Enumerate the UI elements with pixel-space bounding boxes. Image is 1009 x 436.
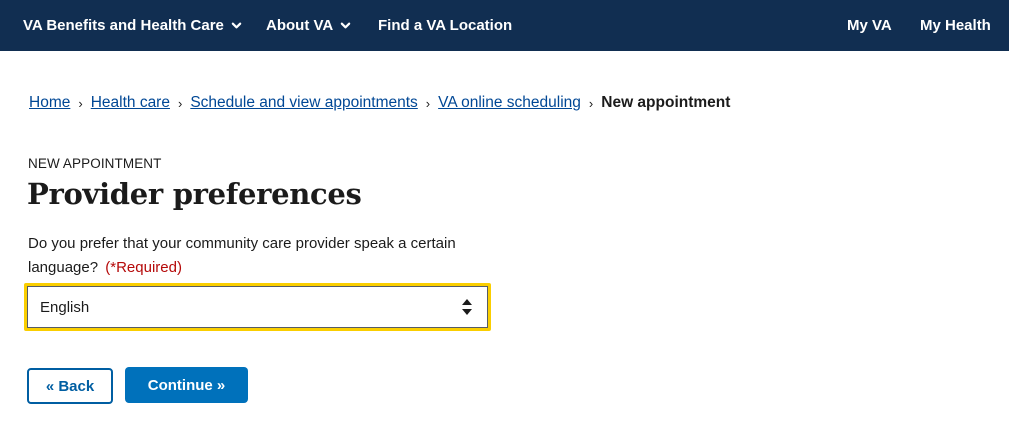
page-title: Provider preferences (27, 177, 362, 211)
chevron-down-icon (340, 22, 351, 29)
required-indicator: (*Required) (105, 259, 182, 276)
question-text: Do you prefer that your community care p… (28, 235, 456, 276)
nav-benefits-label: VA Benefits and Health Care (23, 17, 224, 34)
breadcrumb-online-scheduling-link[interactable]: VA online scheduling (438, 94, 581, 112)
nav-find-label: Find a VA Location (378, 17, 513, 34)
breadcrumb-current: New appointment (601, 94, 731, 111)
nav-about-label: About VA (266, 17, 334, 34)
continue-button[interactable]: Continue » (125, 367, 248, 403)
breadcrumb-health-care-link[interactable]: Health care (91, 94, 170, 112)
breadcrumb-schedule-link[interactable]: Schedule and view appointments (190, 94, 417, 112)
breadcrumb-separator: › (177, 95, 183, 111)
back-button[interactable]: « Back (27, 368, 113, 404)
nav-about-menu[interactable]: About VA (266, 0, 351, 51)
language-select[interactable]: English (27, 286, 488, 328)
breadcrumb-separator: › (425, 95, 431, 111)
breadcrumb-separator: › (78, 95, 83, 111)
breadcrumb-separator: › (588, 95, 594, 111)
sort-arrows-icon (462, 299, 472, 315)
chevron-down-icon (231, 22, 242, 29)
language-question-label: Do you prefer that your community care p… (28, 232, 478, 280)
nav-my-va-link[interactable]: My VA (847, 0, 892, 51)
page-eyebrow: NEW APPOINTMENT (28, 156, 162, 171)
breadcrumb: Home › Health care › Schedule and view a… (29, 92, 730, 114)
top-navigation: VA Benefits and Health Care About VA Fin… (0, 0, 1009, 51)
nav-my-health-link[interactable]: My Health (920, 0, 991, 51)
nav-find-location-link[interactable]: Find a VA Location (378, 0, 512, 51)
nav-myhealth-label: My Health (920, 17, 991, 34)
nav-myva-label: My VA (847, 17, 892, 34)
nav-benefits-menu[interactable]: VA Benefits and Health Care (23, 0, 242, 51)
language-select-value: English (40, 298, 90, 316)
breadcrumb-home-link[interactable]: Home (29, 94, 70, 112)
